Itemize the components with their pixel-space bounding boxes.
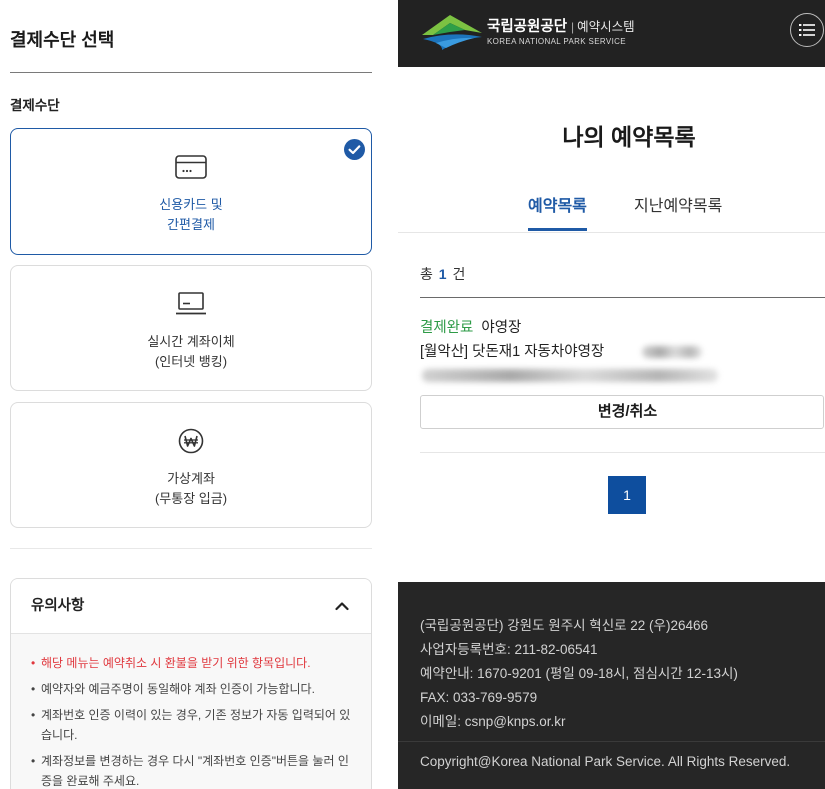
notice-item: 계좌번호 인증 이력이 있는 경우, 기존 정보가 자동 입력되어 있습니다. (31, 705, 351, 745)
result-count: 총 1 건 (420, 264, 465, 284)
tabs-divider (398, 232, 825, 233)
payment-option-bank-transfer[interactable]: 실시간 계좌이체 (인터넷 뱅킹) (10, 265, 372, 391)
logo-title: 국립공원공단 | 예약시스템 (487, 18, 635, 36)
footer-copyright: Copyright@Korea National Park Service. A… (420, 754, 791, 769)
reservation-list-panel: 국립공원공단 | 예약시스템 KOREA NATIONAL PARK SERVICE… (398, 0, 825, 789)
result-count-prefix: 총 (420, 266, 433, 282)
site-header: 국립공원공단 | 예약시스템 KOREA NATIONAL PARK SERVICE (398, 0, 825, 67)
title-divider (10, 72, 372, 73)
logo-separator: | (571, 20, 575, 34)
reservation-site: [월악산] 닷돈재1 자동차야영장 (420, 344, 605, 360)
site-footer: (국립공원공단) 강원도 원주시 혁신로 22 (우)26466 사업자등록번호… (398, 582, 825, 789)
knps-mountain-logo (420, 10, 484, 52)
section-divider (10, 548, 372, 549)
footer-divider (398, 741, 825, 742)
won-circle-icon (175, 428, 207, 454)
payment-option-label-line1: 실시간 계좌이체 (147, 334, 235, 349)
payment-option-label-line2: 간편결제 (167, 217, 215, 232)
notice-accordion-header[interactable]: 유의사항 (11, 579, 371, 634)
page-title: 결제수단 선택 (10, 30, 115, 50)
chevron-up-icon[interactable] (335, 601, 349, 611)
footer-business-number: 사업자등록번호: 211-82-06541 (420, 642, 598, 657)
payment-option-label: 가상계좌 (무통장 입금) (11, 469, 371, 509)
payment-option-label-line2: (무통장 입금) (154, 491, 228, 506)
redacted-text (642, 346, 702, 358)
notice-item: 해당 메뉴는 예약취소 시 환불을 받기 위한 항목입니다. (31, 653, 351, 673)
org-name: 국립공원공단 (487, 19, 568, 35)
payment-option-virtual-account[interactable]: 가상계좌 (무통장 입금) (10, 402, 372, 528)
footer-info: (국립공원공단) 강원도 원주시 혁신로 22 (우)26466 사업자등록번호… (420, 614, 820, 734)
payment-option-label: 실시간 계좌이체 (인터넷 뱅킹) (11, 332, 371, 372)
menu-button[interactable] (790, 13, 824, 47)
footer-address: (국립공원공단) 강원도 원주시 혁신로 22 (우)26466 (420, 618, 709, 633)
system-name: 예약시스템 (577, 20, 635, 34)
change-cancel-button[interactable]: 변경/취소 (420, 395, 824, 429)
credit-card-icon (175, 154, 207, 180)
list-menu-icon (799, 24, 815, 36)
payment-option-label-line2: (인터넷 뱅킹) (154, 354, 228, 369)
result-count-suffix: 건 (452, 266, 466, 282)
notice-accordion: 유의사항 해당 메뉴는 예약취소 시 환불을 받기 위한 항목입니다. 예약자와… (10, 578, 372, 789)
home-logo-link[interactable]: 국립공원공단 | 예약시스템 KOREA NATIONAL PARK SERVICE (420, 8, 670, 56)
payment-method-panel: 결제수단 선택 결제수단 신용카드 및 간편결제 실시간 계좌이체 (인터넷 뱅… (0, 0, 385, 789)
redacted-text (422, 369, 718, 382)
footer-fax: FAX: 033-769-9579 (420, 690, 538, 705)
list-top-divider (420, 297, 825, 298)
status-badge: 결제완료 (420, 320, 474, 336)
payment-option-credit-card[interactable]: 신용카드 및 간편결제 (10, 128, 372, 255)
page-title: 나의 예약목록 (562, 124, 696, 150)
notice-item: 계좌정보를 변경하는 경우 다시 "계좌번호 인증"버튼을 눌러 인증을 완료해… (31, 751, 351, 789)
tab-reservations[interactable]: 예약목록 (528, 194, 587, 231)
pagination-page-current[interactable]: 1 (608, 476, 646, 514)
monitor-icon (175, 291, 207, 317)
payment-option-label: 신용카드 및 간편결제 (11, 195, 371, 235)
reservation-category: 야영장 (481, 320, 522, 336)
section-label: 결제수단 (10, 98, 60, 113)
footer-email: 이메일: csnp@knps.or.kr (420, 714, 566, 729)
list-bottom-divider (420, 452, 825, 453)
payment-option-label-line1: 신용카드 및 (159, 197, 223, 212)
reservation-status-line: 결제완료 야영장 (420, 318, 521, 338)
check-circle-icon (344, 139, 365, 160)
notice-title: 유의사항 (31, 598, 85, 614)
result-count-value: 1 (438, 266, 447, 282)
notice-item: 예약자와 예금주명이 동일해야 계좌 인증이 가능합니다. (31, 679, 351, 699)
notice-list: 해당 메뉴는 예약취소 시 환불을 받기 위한 항목입니다. 예약자와 예금주명… (11, 634, 371, 789)
org-name-english: KOREA NATIONAL PARK SERVICE (487, 37, 626, 46)
tab-past-reservations[interactable]: 지난예약목록 (634, 194, 722, 231)
footer-reservation-info: 예약안내: 1670-9201 (평일 09-18시, 점심시간 12-13시) (420, 666, 738, 681)
payment-option-label-line1: 가상계좌 (167, 471, 215, 486)
